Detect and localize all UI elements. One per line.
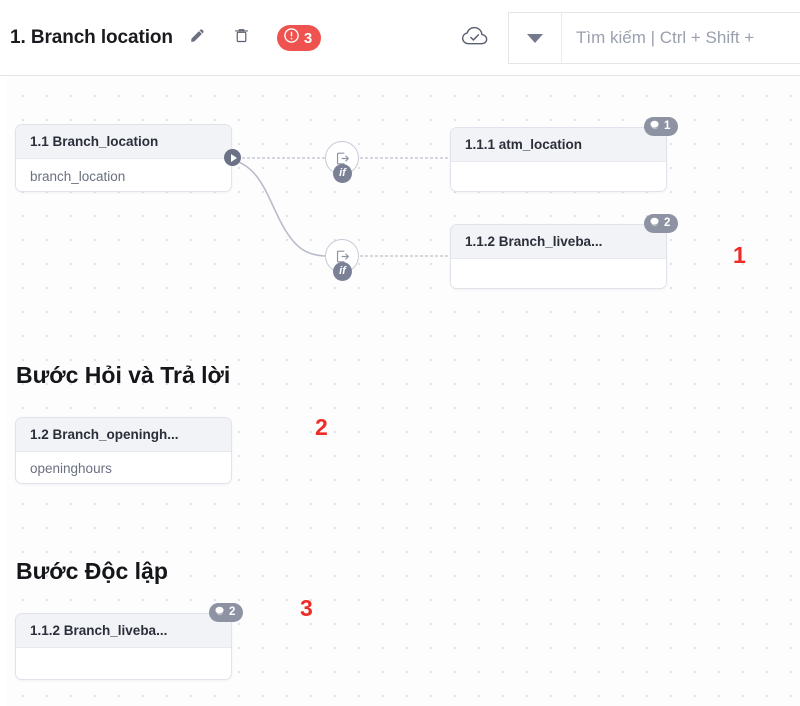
search-bar — [508, 12, 800, 64]
node-body: branch_location — [16, 159, 231, 191]
node-branch-liveba-2[interactable]: 1.1.2 Branch_liveba... — [15, 613, 232, 680]
node-title: 1.1.1 atm_location — [465, 137, 583, 152]
node-header: 1.1.1 atm_location — [451, 128, 666, 162]
node-subtitle: branch_location — [30, 168, 126, 184]
chat-count: 2 — [664, 216, 671, 229]
app-header: 1. Branch location 3 Tìm kiếm | Ctrl + S… — [0, 0, 800, 76]
section-title-independent: Bước Độc lập — [16, 558, 168, 584]
node-branch-openingh[interactable]: 1.2 Branch_openingh... openinghours — [15, 417, 232, 484]
flow-canvas[interactable]: 1.1 Branch_location branch_location if i… — [0, 76, 800, 706]
search-input[interactable] — [562, 13, 800, 63]
trash-icon — [232, 26, 251, 50]
node-header: 1.2 Branch_openingh... — [16, 418, 231, 452]
node-branch-location[interactable]: 1.1 Branch_location branch_location — [15, 124, 232, 192]
cloud-sync-status[interactable] — [455, 21, 495, 55]
annotation-number-2: 2 — [315, 414, 328, 440]
if-connector-top[interactable]: if — [325, 141, 359, 183]
if-connector-bottom[interactable]: if — [325, 239, 359, 281]
error-count: 3 — [303, 29, 313, 47]
error-count-badge[interactable]: 3 — [276, 25, 322, 51]
node-header: 1.1.2 Branch_liveba... — [16, 614, 231, 648]
node-title: 1.1.2 Branch_liveba... — [465, 234, 603, 249]
annotation-number-3: 3 — [300, 595, 313, 621]
cloud-check-icon — [460, 24, 490, 53]
edit-title-button[interactable] — [181, 21, 215, 55]
node-atm-location[interactable]: 1.1.1 atm_location — [450, 127, 667, 192]
edge-port-to-if-bottom — [232, 159, 326, 257]
node-body — [451, 259, 666, 288]
node-body: openinghours — [16, 452, 231, 483]
node-branch-liveba-1[interactable]: 1.1.2 Branch_liveba... — [450, 224, 667, 289]
play-triangle-icon — [230, 153, 237, 162]
node-body — [451, 162, 666, 191]
chat-count-badge[interactable]: 1 — [644, 117, 679, 136]
node-title: 1.1 Branch_location — [30, 134, 159, 149]
if-label-badge: if — [333, 262, 352, 281]
node-title: 1.1.2 Branch_liveba... — [30, 623, 168, 638]
app-root: 1. Branch location 3 Tìm kiếm | Ctrl + S… — [0, 0, 800, 706]
delete-button[interactable] — [225, 21, 259, 55]
chat-count: 2 — [229, 605, 236, 618]
chat-icon — [648, 118, 661, 136]
canvas-left-gutter — [0, 76, 7, 706]
node-output-port[interactable] — [224, 149, 241, 166]
chat-count: 1 — [664, 119, 671, 132]
section-title-qa: Bước Hỏi và Trả lời — [16, 362, 231, 388]
node-subtitle: openinghours — [30, 461, 112, 476]
search-filter-dropdown[interactable] — [509, 13, 562, 63]
chat-count-badge[interactable]: 2 — [209, 603, 244, 622]
if-label-badge: if — [333, 164, 352, 183]
chat-icon — [213, 604, 226, 622]
chevron-down-icon — [527, 33, 543, 43]
annotation-number-1: 1 — [733, 242, 746, 268]
node-header: 1.1 Branch_location — [16, 125, 231, 159]
node-title: 1.2 Branch_openingh... — [30, 427, 179, 442]
chat-count-badge[interactable]: 2 — [644, 214, 679, 233]
pencil-icon — [188, 26, 207, 50]
node-body — [16, 648, 231, 679]
error-circle-icon — [283, 27, 300, 49]
node-header: 1.1.2 Branch_liveba... — [451, 225, 666, 259]
chat-icon — [648, 215, 661, 233]
page-title: 1. Branch location — [10, 27, 173, 48]
header-left-group: 1. Branch location 3 — [10, 0, 322, 76]
